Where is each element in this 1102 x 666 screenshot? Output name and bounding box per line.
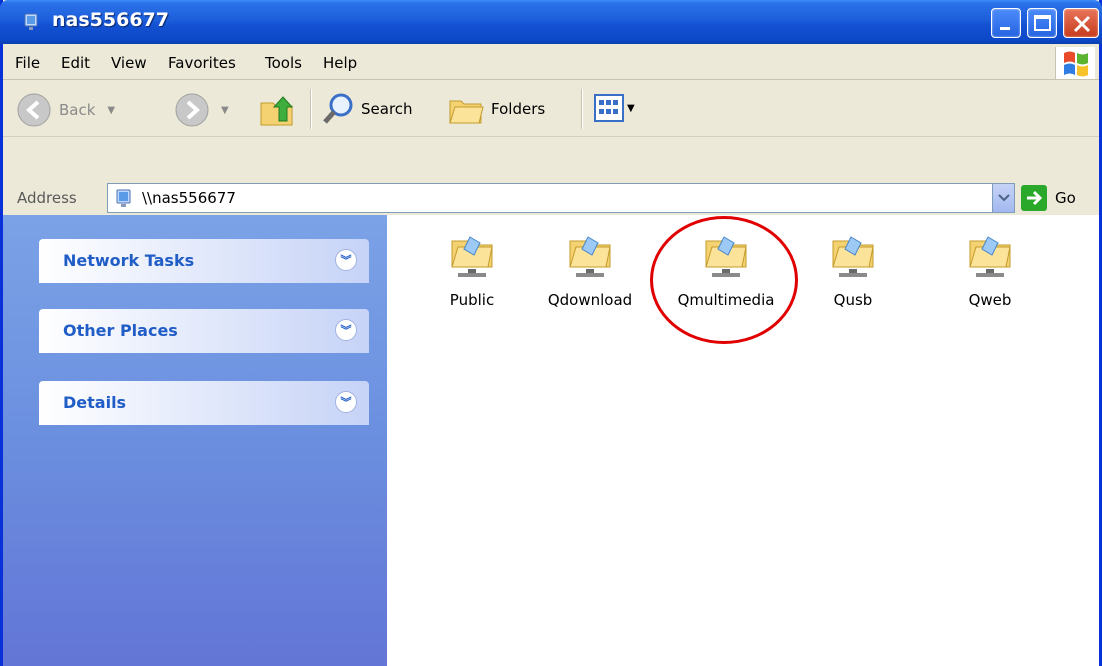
forward-button[interactable]: ▼ <box>173 91 229 129</box>
shared-folder-icon <box>966 229 1014 281</box>
menu-tools[interactable]: Tools <box>265 54 302 72</box>
up-button[interactable] <box>257 89 299 131</box>
folders-icon <box>449 100 484 124</box>
minimize-button[interactable] <box>991 8 1021 38</box>
toolbar-separator <box>581 89 582 129</box>
folders-button[interactable]: Folders <box>447 89 545 129</box>
network-computer-icon <box>116 189 131 207</box>
shared-folder-icon <box>566 229 614 281</box>
task-pane: Network Tasks ︾ Other Places ︾ Details ︾ <box>3 215 387 666</box>
search-button[interactable]: Search <box>321 91 413 127</box>
toolbar: Back ▼ ▼ Search Folders ▼ <box>3 81 1099 175</box>
search-label: Search <box>361 100 413 118</box>
address-bar: Address \\nas556677 Go <box>3 179 1099 217</box>
minimize-icon <box>1000 27 1010 30</box>
share-label: Qdownload <box>547 291 633 309</box>
standard-buttons: Back ▼ ▼ Search Folders ▼ <box>3 81 1099 137</box>
toolbar-separator <box>310 89 311 129</box>
shared-folder-icon <box>829 229 877 281</box>
share-label: Qmultimedia <box>677 291 775 309</box>
task-group-label: Details <box>63 393 127 412</box>
views-dropdown-icon[interactable]: ▼ <box>627 103 635 114</box>
menu-view[interactable]: View <box>111 54 147 72</box>
go-label: Go <box>1055 189 1076 207</box>
share-label: Qweb <box>968 291 1012 309</box>
network-computer-icon <box>24 13 38 30</box>
shared-folder-icon <box>448 229 496 281</box>
explorer-window: nas556677 File Edit View Favorites Tools… <box>0 0 1102 666</box>
close-icon <box>1073 15 1091 33</box>
back-arrow-icon <box>17 93 51 127</box>
task-group-details[interactable]: Details ︾ <box>39 381 369 425</box>
share-item[interactable]: Qusb <box>798 229 908 309</box>
folders-label: Folders <box>491 100 546 118</box>
maximize-button[interactable] <box>1027 8 1057 38</box>
share-item[interactable]: Qdownload <box>535 229 645 309</box>
chevron-down-icon[interactable]: ︾ <box>335 319 357 341</box>
maximize-icon <box>1034 15 1051 31</box>
folder-up-icon <box>260 96 294 126</box>
back-dropdown-icon[interactable]: ▼ <box>107 105 115 116</box>
share-label: Qusb <box>833 291 873 309</box>
content-pane: Public Qdownload Qmultimedia Qusb Qweb <box>387 215 1099 666</box>
address-input[interactable]: \\nas556677 <box>107 183 1015 213</box>
task-group-other-places[interactable]: Other Places ︾ <box>39 309 369 353</box>
shared-folder-icon <box>702 229 750 281</box>
close-button[interactable] <box>1063 8 1099 38</box>
search-icon <box>323 93 353 124</box>
views-icon <box>594 94 624 122</box>
address-dropdown-button[interactable] <box>992 184 1014 212</box>
menu-file[interactable]: File <box>15 54 40 72</box>
views-button[interactable]: ▼ <box>593 93 635 123</box>
go-arrow-icon <box>1021 185 1047 211</box>
share-item[interactable]: Public <box>417 229 527 309</box>
go-button[interactable]: Go <box>1021 184 1076 212</box>
forward-arrow-icon <box>175 93 209 127</box>
share-label: Public <box>449 291 495 309</box>
menu-favorites[interactable]: Favorites <box>168 54 236 72</box>
address-label: Address <box>17 189 77 207</box>
title-bar[interactable]: nas556677 <box>0 0 1102 44</box>
chevron-down-icon <box>998 194 1010 202</box>
task-group-label: Other Places <box>63 321 178 340</box>
task-group-label: Network Tasks <box>63 251 195 270</box>
chevron-down-icon[interactable]: ︾ <box>335 249 357 271</box>
forward-dropdown-icon[interactable]: ▼ <box>221 105 229 116</box>
menu-bar: File Edit View Favorites Tools Help <box>3 44 1099 80</box>
share-item[interactable]: Qmultimedia <box>671 229 781 309</box>
share-item[interactable]: Qweb <box>935 229 1045 309</box>
menu-help[interactable]: Help <box>323 54 357 72</box>
task-group-network-tasks[interactable]: Network Tasks ︾ <box>39 239 369 283</box>
address-value: \\nas556677 <box>142 189 236 207</box>
window-title: nas556677 <box>52 9 169 31</box>
back-label: Back <box>59 101 96 119</box>
back-button[interactable]: Back ▼ <box>15 91 115 129</box>
menu-edit[interactable]: Edit <box>61 54 90 72</box>
windows-logo-icon <box>1055 47 1095 79</box>
chevron-down-icon[interactable]: ︾ <box>335 391 357 413</box>
